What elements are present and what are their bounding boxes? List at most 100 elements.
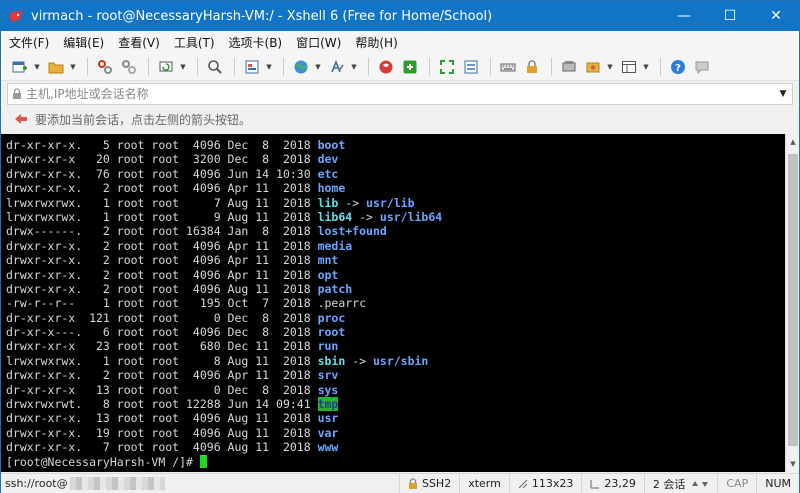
- terminal-line: drwx------. 2 root root 16384 Jan 8 2018…: [6, 224, 442, 238]
- file-name: root: [317, 325, 346, 340]
- terminal-line: dr-xr-xr-x. 5 root root 4096 Dec 8 2018 …: [6, 138, 442, 152]
- link-arrow: ->: [345, 353, 373, 368]
- terminal-output: dr-xr-xr-x. 5 root root 4096 Dec 8 2018 …: [6, 138, 442, 469]
- file-metadata: drwxr-xr-x. 2 root root 4096 Aug 11 2018: [6, 281, 318, 296]
- minimize-button[interactable]: —: [661, 1, 707, 31]
- arrow-up-icon[interactable]: [691, 480, 699, 488]
- find-icon[interactable]: [204, 56, 226, 78]
- terminal-line: drwxr-xr-x. 13 root root 4096 Aug 11 201…: [6, 411, 442, 425]
- open-folder-icon[interactable]: [45, 56, 67, 78]
- menu-tools[interactable]: 工具(T): [174, 34, 215, 51]
- resize-icon: [518, 479, 528, 489]
- scroll-down-icon[interactable]: ▼: [786, 456, 800, 472]
- file-name: mnt: [317, 253, 339, 268]
- menu-edit[interactable]: 编辑(E): [63, 34, 104, 51]
- file-metadata: dr-xr-xr-x 121 root root 0 Dec 8 2018: [6, 310, 318, 325]
- file-name: lib64: [317, 209, 353, 224]
- chat-icon[interactable]: [691, 56, 713, 78]
- terminal-line: drwxr-xr-x. 2 root root 4096 Apr 11 2018…: [6, 239, 442, 253]
- terminal-line: drwxr-xr-x. 2 root root 4096 Apr 11 2018…: [6, 368, 442, 382]
- toolbar-divider: [429, 57, 430, 76]
- terminal-line: drwxr-xr-x. 19 root root 4096 Aug 11 201…: [6, 426, 442, 440]
- menu-window[interactable]: 窗口(W): [296, 34, 341, 51]
- xshell-logo-icon[interactable]: [375, 56, 397, 78]
- terminal-line: drwxr-xr-x 20 root root 3200 Dec 8 2018 …: [6, 152, 442, 166]
- file-metadata: drwxr-xr-x. 2 root root 4096 Apr 11 2018: [6, 368, 318, 383]
- chevron-down-icon[interactable]: ▼: [314, 56, 322, 78]
- menu-tabs[interactable]: 选项卡(B): [229, 34, 283, 51]
- chevron-down-icon[interactable]: ▼: [350, 56, 358, 78]
- xshell-logo-icon[interactable]: [7, 7, 25, 25]
- chevron-down-icon[interactable]: ▼: [69, 56, 77, 78]
- chevron-down-icon[interactable]: ▼: [774, 89, 792, 99]
- chevron-down-icon[interactable]: ▼: [179, 56, 187, 78]
- file-metadata: lrwxrwxrwx. 1 root root 8 Aug 11 2018: [6, 353, 318, 368]
- menu-file[interactable]: 文件(F): [9, 34, 49, 51]
- terminal-line: drwxr-xr-x. 2 root root 4096 Aug 11 2018…: [6, 282, 442, 296]
- chevron-down-icon[interactable]: ▼: [265, 56, 273, 78]
- session-hint-text: 要添加当前会话，点击左侧的箭头按钮。: [35, 112, 252, 127]
- window-controls: — ☐ ✕: [661, 1, 799, 31]
- fullscreen-icon[interactable]: [436, 56, 458, 78]
- properties-icon[interactable]: [241, 56, 263, 78]
- window-title: virmach - root@NecessaryHarsh-VM:/ - Xsh…: [31, 8, 493, 24]
- file-metadata: dr-xr-xr-x. 5 root root 4096 Dec 8 2018: [6, 138, 318, 152]
- arrow-down-icon[interactable]: [701, 480, 709, 488]
- help-icon[interactable]: ?: [667, 56, 689, 78]
- close-button[interactable]: ✕: [753, 1, 799, 31]
- title-bar[interactable]: virmach - root@NecessaryHarsh-VM:/ - Xsh…: [1, 1, 799, 31]
- file-metadata: drwxr-xr-x. 2 root root 4096 Apr 11 2018: [6, 267, 318, 282]
- scroll-up-icon[interactable]: ▲: [786, 134, 800, 150]
- menu-help[interactable]: 帮助(H): [355, 34, 397, 51]
- status-protocol-text: SSH2: [421, 477, 452, 490]
- terminal-line: drwxrwxrwt. 8 root root 12288 Jun 14 09:…: [6, 397, 442, 412]
- file-metadata: -rw-r--r-- 1 root root 195 Oct 7 2018: [6, 296, 318, 311]
- link-target: usr/lib: [366, 195, 415, 210]
- scrollbar-thumb[interactable]: [788, 154, 798, 446]
- keyboard-icon[interactable]: [497, 56, 519, 78]
- connect-icon[interactable]: [94, 56, 116, 78]
- globe-icon[interactable]: [290, 56, 312, 78]
- xshell-window: virmach - root@NecessaryHarsh-VM:/ - Xsh…: [0, 0, 800, 493]
- layout-icon[interactable]: [618, 56, 640, 78]
- file-name: www: [317, 440, 339, 455]
- chevron-down-icon[interactable]: ▼: [606, 56, 614, 78]
- address-bar: ▼: [7, 83, 793, 105]
- terminal-scrollbar[interactable]: ▲ ▼: [785, 134, 799, 472]
- terminal-line: lrwxrwxrwx. 1 root root 9 Aug 11 2018 li…: [6, 210, 442, 224]
- transfer-icon[interactable]: [460, 56, 482, 78]
- file-name: dev: [317, 152, 339, 167]
- file-metadata: drwxr-xr-x. 2 root root 4096 Apr 11 2018: [6, 253, 318, 268]
- xftp-icon[interactable]: [399, 56, 421, 78]
- record-icon[interactable]: [582, 56, 604, 78]
- maximize-button[interactable]: ☐: [707, 1, 753, 31]
- file-metadata: dr-xr-x---. 6 root root 4096 Dec 8 2018: [6, 325, 318, 340]
- script-icon[interactable]: [558, 56, 580, 78]
- file-metadata: drwx------. 2 root root 16384 Jan 8 2018: [6, 224, 318, 239]
- terminal-prompt-line[interactable]: [root@NecessaryHarsh-VM /]#: [6, 454, 442, 469]
- chevron-down-icon[interactable]: ▼: [33, 56, 41, 78]
- file-metadata: dr-xr-xr-x 13 root root 0 Dec 8 2018: [6, 382, 318, 397]
- host-address-input[interactable]: [26, 85, 774, 103]
- shell-prompt: [root@NecessaryHarsh-VM /]#: [6, 454, 200, 469]
- status-bar: ssh://root@ SSH2 xterm 113x23 23,29 2 会话: [1, 473, 799, 493]
- terminal-area[interactable]: dr-xr-xr-x. 5 root root 4096 Dec 8 2018 …: [1, 134, 785, 472]
- terminal-line: dr-xr-xr-x 13 root root 0 Dec 8 2018 sys: [6, 383, 442, 397]
- font-icon[interactable]: [326, 56, 348, 78]
- terminal-line: dr-xr-x---. 6 root root 4096 Dec 8 2018 …: [6, 325, 442, 339]
- file-name: .pearrc: [317, 296, 367, 311]
- file-name: proc: [317, 310, 346, 325]
- disconnect-icon[interactable]: [118, 56, 140, 78]
- add-session-arrow-icon[interactable]: [13, 111, 29, 127]
- new-session-icon[interactable]: [9, 56, 31, 78]
- file-metadata: drwxr-xr-x. 19 root root 4096 Aug 11 201…: [6, 425, 318, 440]
- terminal-line: -rw-r--r-- 1 root root 195 Oct 7 2018 .p…: [6, 296, 442, 310]
- file-name: lib: [317, 195, 339, 210]
- status-host-text: ssh://root@: [5, 477, 68, 490]
- reconnect-icon[interactable]: [155, 56, 177, 78]
- status-protocol: SSH2: [398, 473, 459, 493]
- lock-icon[interactable]: [521, 56, 543, 78]
- status-caps-lock: CAP: [717, 473, 756, 493]
- menu-view[interactable]: 查看(V): [118, 34, 160, 51]
- chevron-down-icon[interactable]: ▼: [642, 56, 650, 78]
